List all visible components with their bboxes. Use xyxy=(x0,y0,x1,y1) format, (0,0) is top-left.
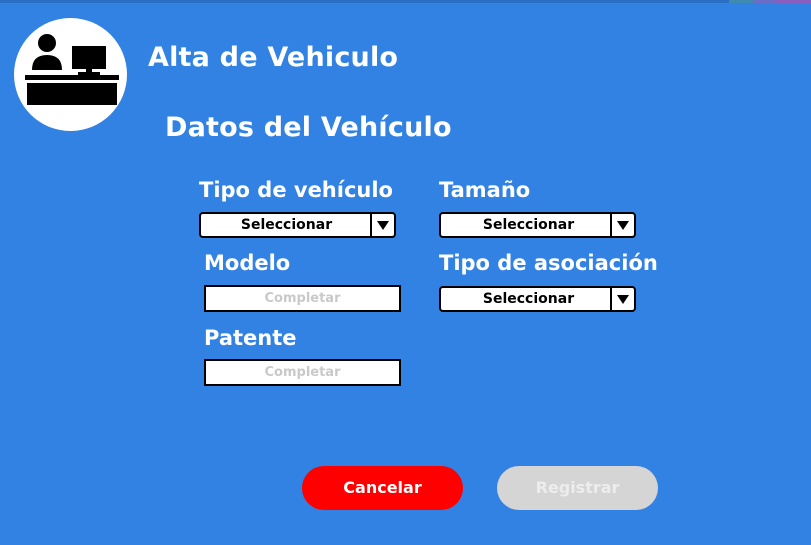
tipo-vehiculo-label: Tipo de vehículo xyxy=(199,178,393,202)
dropdown-arrow[interactable] xyxy=(610,214,634,236)
tamano-select[interactable]: Seleccionar xyxy=(439,212,636,238)
cancel-button[interactable]: Cancelar xyxy=(302,466,463,510)
tamano-value: Seleccionar xyxy=(482,217,575,233)
register-button[interactable]: Registrar xyxy=(497,466,658,510)
top-border xyxy=(0,0,811,3)
logo xyxy=(14,18,127,131)
tamano-label: Tamaño xyxy=(439,178,531,202)
chevron-down-icon xyxy=(617,221,629,230)
modelo-label: Modelo xyxy=(204,251,291,275)
tipo-vehiculo-value: Seleccionar xyxy=(240,217,333,233)
dropdown-arrow[interactable] xyxy=(610,288,634,310)
dropdown-arrow[interactable] xyxy=(370,214,394,236)
modelo-input[interactable] xyxy=(204,285,401,312)
patente-label: Patente xyxy=(204,326,297,350)
section-title: Datos del Vehículo xyxy=(165,112,452,143)
app-title: Alta de Vehiculo xyxy=(148,42,399,73)
chevron-down-icon xyxy=(617,295,629,304)
receptionist-desk-icon xyxy=(25,34,119,105)
tipo-vehiculo-select[interactable]: Seleccionar xyxy=(199,212,396,238)
chevron-down-icon xyxy=(377,221,389,230)
tipo-asociacion-select[interactable]: Seleccionar xyxy=(439,286,636,312)
patente-input[interactable] xyxy=(204,359,401,386)
tipo-asociacion-label: Tipo de asociación xyxy=(439,251,658,275)
tipo-asociacion-value: Seleccionar xyxy=(482,291,575,307)
